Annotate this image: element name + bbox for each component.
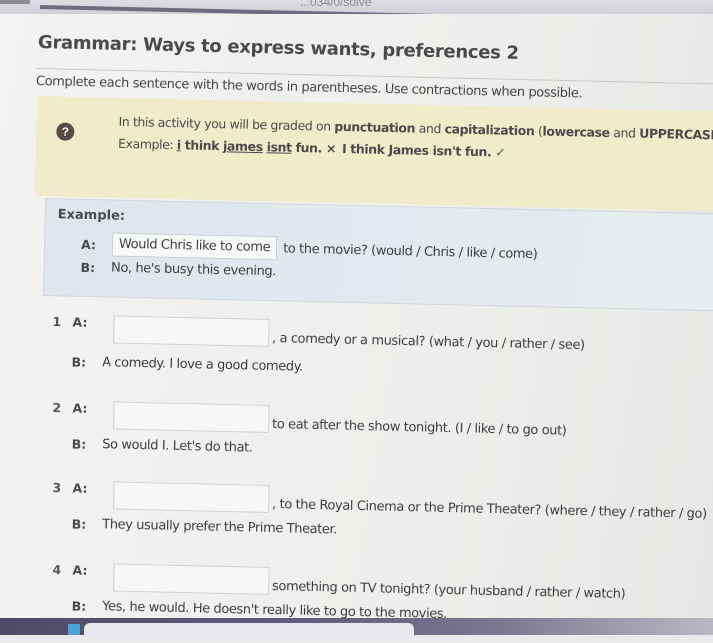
sentence-text: to eat after the show tonight. (I / like… xyxy=(271,416,567,439)
notice-bold-capitalization: capitalization xyxy=(444,121,535,139)
windows-start-icon[interactable] xyxy=(68,624,80,635)
speaker-label: A: xyxy=(72,400,88,416)
item-line-a: A: , a comedy or a musical? (what / you … xyxy=(72,314,585,354)
item-number: 2 xyxy=(52,400,62,416)
example-answer-field: Would Chris like to come xyxy=(111,232,278,261)
wrong-part: ames xyxy=(226,138,263,155)
notice-text-part: and xyxy=(414,120,445,137)
check-mark-icon: ✓ xyxy=(495,144,506,160)
item-line-b: B: They usually prefer the Prime Theater… xyxy=(72,516,338,537)
notice-bold-punctuation: punctuation xyxy=(334,118,416,136)
item-line-a: A: , to the Royal Cinema or the Prime Th… xyxy=(72,480,707,522)
notice-bold-uppercase: UPPERCASE xyxy=(639,125,713,143)
item-number: 4 xyxy=(52,562,62,578)
answer-input[interactable] xyxy=(112,401,270,433)
speaker-label: A: xyxy=(80,236,97,252)
exercise-item: 1 A: , a comedy or a musical? (what / yo… xyxy=(51,310,712,395)
item-number: 3 xyxy=(52,480,62,496)
answer-input[interactable] xyxy=(112,315,270,347)
sentence-text: something on TV tonight? (your husband /… xyxy=(271,578,626,603)
sentence-text: So would I. Let's do that. xyxy=(102,437,253,456)
speaker-label: B: xyxy=(71,598,87,614)
url-fragment: ...034/0/solve xyxy=(300,0,372,9)
speaker-label: A: xyxy=(72,562,88,578)
example-line-b: B: No, he's busy this evening. xyxy=(80,260,276,279)
answer-input[interactable] xyxy=(112,563,270,595)
item-line-b: B: A comedy. I love a good comedy. xyxy=(71,354,303,374)
speaker-label: B: xyxy=(71,516,87,532)
speaker-label: A: xyxy=(72,480,88,496)
speaker-label: B: xyxy=(71,436,87,452)
exercise-item: 2 A: to eat after the show tonight. (I /… xyxy=(51,396,712,481)
browser-top-bar: ...034/0/solve xyxy=(0,0,713,25)
sentence-text: They usually prefer the Prime Theater. xyxy=(102,517,338,538)
example-label: Example: xyxy=(57,207,126,224)
wrong-part: fun. xyxy=(291,139,323,156)
speaker-label: B: xyxy=(80,259,96,276)
wrong-part: isnt xyxy=(266,139,292,155)
notice-example: Example: i think james isnt fun. × I think… xyxy=(118,136,506,160)
correct-example: I think James isn't fun. xyxy=(341,140,492,160)
item-line-a: A: to eat after the show tonight. (I / l… xyxy=(72,400,567,439)
page-title: Grammar: Ways to express wants, preferen… xyxy=(37,32,519,64)
sentence-text: , to the Royal Cinema or the Prime Theat… xyxy=(271,496,707,522)
notice-bold-lowercase: lowercase xyxy=(542,123,610,141)
question-circle-icon[interactable]: ? xyxy=(56,122,75,141)
sentence-text: , a comedy or a musical? (what / you / r… xyxy=(271,330,585,354)
answer-input[interactable] xyxy=(112,481,270,513)
sentence-text: to the movie? (would / Chris / like / co… xyxy=(282,240,538,262)
notice-text-part: In this activity you will be graded on xyxy=(118,113,335,134)
wrong-part: think j xyxy=(180,137,228,154)
speaker-label: A: xyxy=(72,314,88,330)
exercise-item: 3 A: , to the Royal Cinema or the Prime … xyxy=(51,476,712,561)
sentence-text: A comedy. I love a good comedy. xyxy=(101,355,303,375)
notice-example-label: Example: xyxy=(117,135,178,153)
item-line-b: B: So would I. Let's do that. xyxy=(72,436,253,455)
notice-text-part: and xyxy=(609,125,640,141)
speaker-label: B: xyxy=(71,354,87,370)
example-box: Example: A: Would Chris like to come to … xyxy=(42,198,713,312)
activity-page: Grammar: Ways to express wants, preferen… xyxy=(0,14,713,622)
taskbar xyxy=(0,618,713,637)
item-number: 1 xyxy=(52,314,62,330)
sentence-text: No, he's busy this evening. xyxy=(110,260,277,280)
item-line-a: A: something on TV tonight? (your husban… xyxy=(72,562,626,603)
x-mark-icon: × xyxy=(325,140,337,156)
wrong-example: i think james isnt fun. xyxy=(177,137,322,155)
grading-notice: ? In this activity you will be graded on… xyxy=(34,96,713,212)
divider xyxy=(0,0,30,4)
